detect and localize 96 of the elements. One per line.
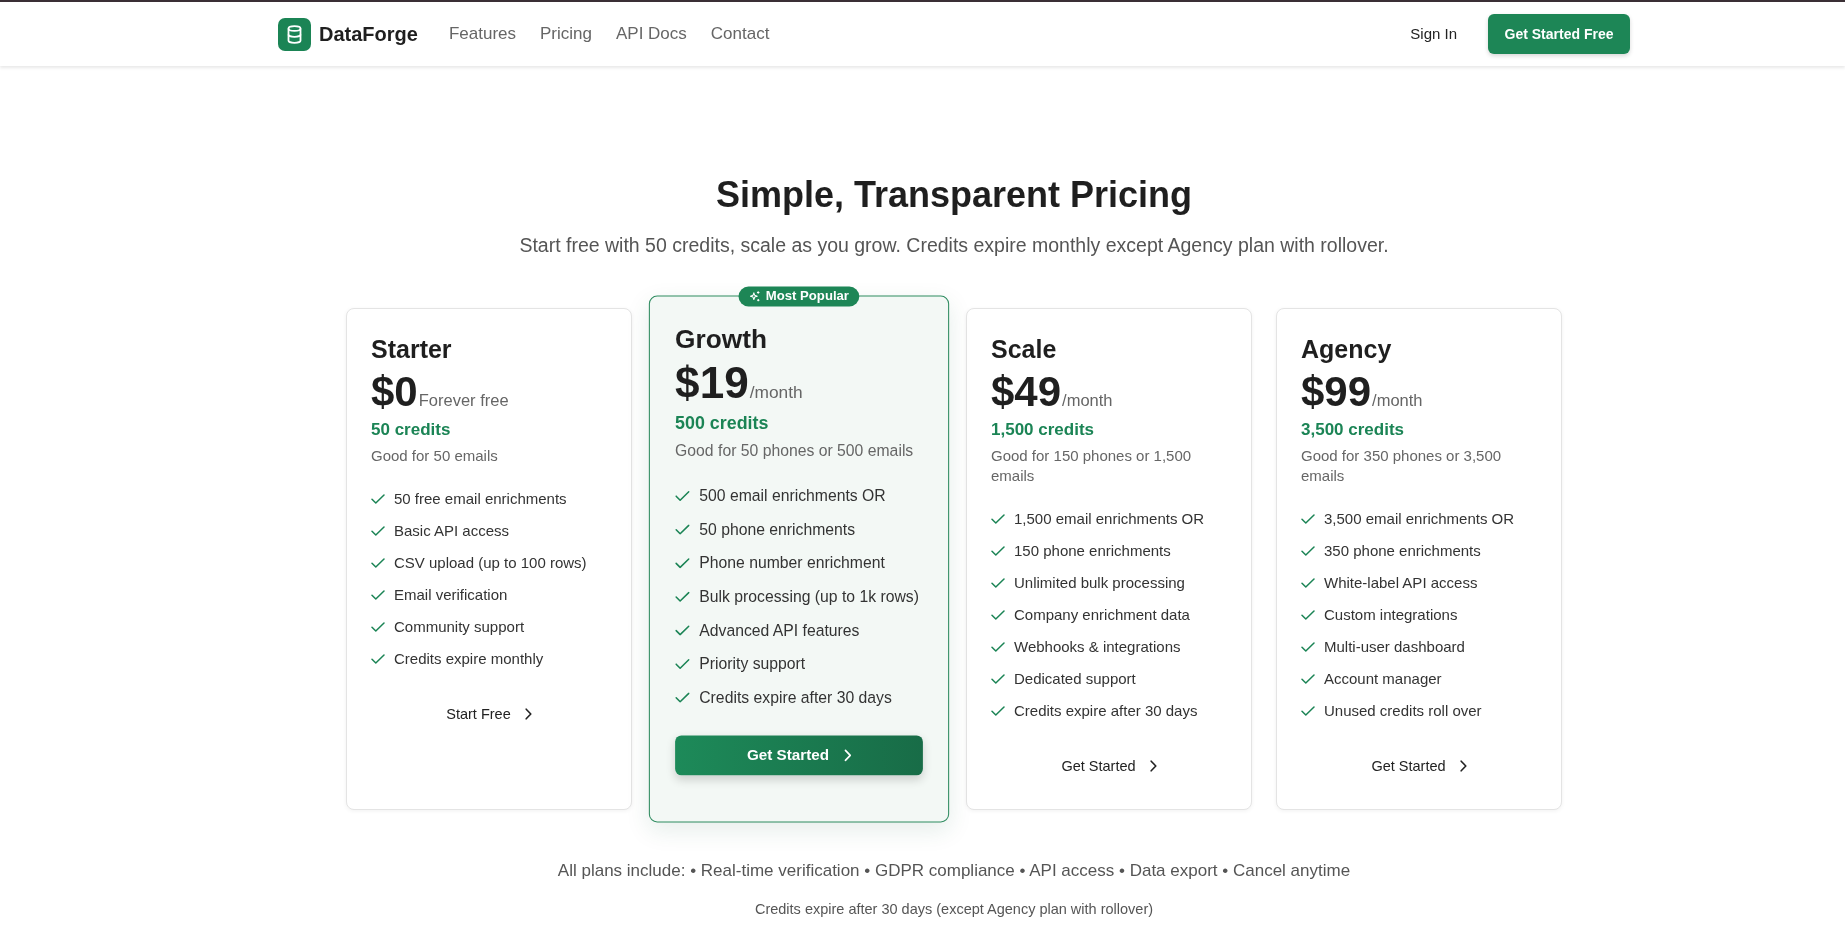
feature-text: Bulk processing (up to 1k rows) <box>699 586 919 608</box>
plan-link-button[interactable]: Get Started <box>1053 747 1165 786</box>
feature-text: Unlimited bulk processing <box>1014 573 1185 594</box>
check-icon <box>1301 514 1315 525</box>
feature-text: CSV upload (up to 100 rows) <box>394 553 587 574</box>
feature-text: 1,500 email enrichments OR <box>1014 509 1205 530</box>
plan-name: Growth <box>675 323 768 355</box>
check-icon <box>371 558 385 569</box>
price-period: Forever free <box>418 390 509 411</box>
feature-text: 50 free email enrichments <box>394 489 567 510</box>
feature-text: Community support <box>394 617 525 638</box>
plan-name: Agency <box>1301 334 1393 365</box>
credit-amount: 50 credits <box>371 419 452 442</box>
check-icon <box>991 546 1005 557</box>
page-subtitle: Start free with 50 credits, scale as you grow. Credits expire monthly except Agency plan with rollover. <box>518 233 1390 259</box>
credit-amount: 1,500 credits <box>991 419 1095 442</box>
chevron-right-icon <box>524 708 532 721</box>
feature-text: 500 email enrichments OR <box>699 485 886 507</box>
credit-amount: 3,500 credits <box>1301 419 1405 442</box>
feature-text: Webhooks & integrations <box>1014 637 1181 658</box>
check-icon <box>1301 706 1315 717</box>
check-icon <box>991 514 1005 525</box>
credits-note: Credits expire after 30 days (except Agency plan with rollover) <box>753 900 1155 920</box>
nav-link[interactable]: API Docs <box>615 22 687 46</box>
feature-text: Priority support <box>699 653 806 675</box>
check-icon <box>1301 674 1315 685</box>
chevron-right-icon <box>1459 760 1467 773</box>
price-period: /month <box>1372 390 1423 411</box>
check-icon <box>675 692 690 704</box>
check-icon <box>675 524 690 536</box>
price-period: /month <box>1062 390 1113 411</box>
get-started-button[interactable]: Get Started <box>675 735 923 776</box>
credit-note: Good for 150 phones or 1,500 emails <box>991 446 1193 487</box>
check-icon <box>991 610 1005 621</box>
brand-name: DataForge <box>319 22 418 46</box>
feature-text: Credits expire after 30 days <box>1014 701 1198 722</box>
feature-text: Account manager <box>1324 669 1442 690</box>
plan-price: $99 <box>1301 369 1372 416</box>
nav-link[interactable]: Features <box>448 22 516 46</box>
check-icon <box>991 578 1005 589</box>
check-icon <box>371 590 385 601</box>
plan-price: $0 <box>371 369 418 416</box>
feature-text: Dedicated support <box>1014 669 1136 690</box>
database-logo-icon <box>278 17 311 51</box>
check-icon <box>675 558 690 569</box>
feature-text: Credits expire after 30 days <box>699 687 892 709</box>
check-icon <box>991 706 1005 717</box>
plans-include-text: All plans include: • Real-time verification • GDPR compliance • API access • Data export • Cancel anytime <box>556 860 1352 883</box>
check-icon <box>371 622 385 633</box>
check-icon <box>991 642 1005 653</box>
plan-link-button[interactable]: Get Started <box>1363 747 1475 786</box>
check-icon <box>371 494 385 505</box>
nav-link[interactable]: Contact <box>710 22 770 46</box>
feature-text: Credits expire monthly <box>394 649 544 670</box>
feature-text: Unused credits roll over <box>1324 701 1482 722</box>
check-icon <box>1301 546 1315 557</box>
check-icon <box>1301 610 1315 621</box>
feature-text: Basic API access <box>394 521 510 542</box>
check-icon <box>991 674 1005 685</box>
get-started-button[interactable]: Get Started Free <box>1488 14 1630 54</box>
check-icon <box>675 591 690 603</box>
chevron-right-icon <box>843 749 852 763</box>
feature-text: 150 phone enrichments <box>1014 541 1171 562</box>
feature-text: Custom integrations <box>1324 605 1458 626</box>
feature-text: Email verification <box>394 585 508 606</box>
plan-name: Scale <box>991 334 1058 365</box>
sign-in-link[interactable]: Sign In <box>1410 24 1457 44</box>
feature-text: Multi-user dashboard <box>1324 637 1465 658</box>
check-icon <box>675 491 690 502</box>
sparkle-icon <box>749 291 761 303</box>
plan-price: $49 <box>991 369 1062 416</box>
credit-amount: 500 credits <box>675 412 770 436</box>
feature-text: Advanced API features <box>699 620 860 642</box>
page-title: Simple, Transparent Pricing <box>714 174 1194 216</box>
check-icon <box>371 654 385 665</box>
check-icon <box>675 625 690 637</box>
check-icon <box>1301 578 1315 589</box>
plan-name: Starter <box>371 334 453 365</box>
price-period: /month <box>749 382 803 403</box>
chevron-right-icon <box>1149 760 1157 773</box>
check-icon <box>675 659 690 670</box>
badge-label: Most Popular <box>765 289 849 305</box>
credit-note: Good for 50 phones or 500 emails <box>675 440 915 462</box>
nav-link[interactable]: Pricing <box>540 22 592 46</box>
feature-text: 3,500 email enrichments OR <box>1324 509 1515 530</box>
check-icon <box>1301 642 1315 653</box>
credit-note: Good for 350 phones or 3,500 emails <box>1301 446 1503 487</box>
feature-text: Company enrichment data <box>1014 605 1190 626</box>
feature-text: 350 phone enrichments <box>1324 541 1481 562</box>
plan-price: $19 <box>675 359 749 409</box>
feature-text: 50 phone enrichments <box>699 519 856 541</box>
check-icon <box>371 526 385 537</box>
feature-text: White-label API access <box>1324 573 1478 594</box>
feature-text: Phone number enrichment <box>699 553 885 574</box>
plan-link-button[interactable]: Start Free <box>438 695 540 734</box>
credit-note: Good for 50 emails <box>371 446 499 467</box>
